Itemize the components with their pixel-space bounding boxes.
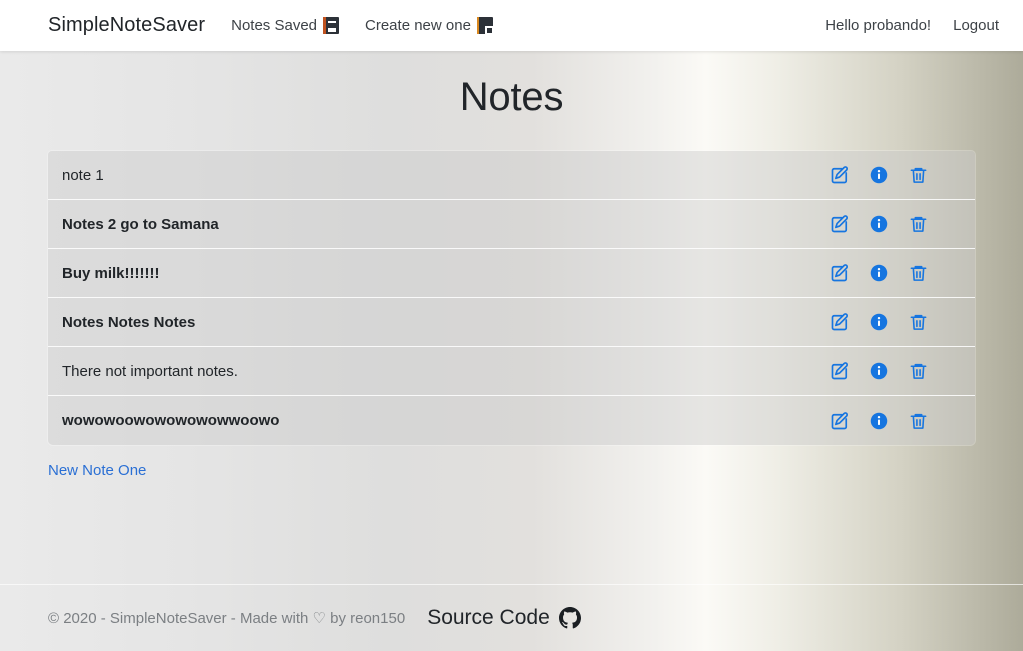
info-icon (870, 412, 888, 430)
info-note-button[interactable] (868, 164, 890, 186)
page-title: Notes (459, 75, 564, 119)
note-row: Notes 2 go to Samana (48, 200, 975, 249)
user-greeting: Hello probando! (825, 17, 932, 34)
new-note-link[interactable]: New Note One (48, 462, 146, 479)
edit-icon (830, 214, 850, 234)
main-content: Notes note 1 Notes 2 go to Samana Buy milk… (0, 51, 1023, 480)
edit-note-button[interactable] (829, 164, 851, 186)
github-icon (558, 607, 581, 629)
edit-icon (830, 361, 850, 381)
edit-icon (830, 312, 850, 332)
trash-note-button[interactable] (907, 262, 929, 284)
trash-icon (909, 165, 928, 185)
note-row: wowowoowowowowowwoowo (48, 396, 975, 445)
edit-note-button[interactable] (829, 360, 851, 382)
edit-note-button[interactable] (829, 410, 851, 432)
note-row: note 1 (48, 151, 975, 200)
edit-icon (830, 411, 850, 431)
nav-link-notes-saved-label: Notes Saved (231, 17, 318, 34)
info-icon (870, 215, 888, 233)
edit-icon (830, 165, 850, 185)
edit-note-button[interactable] (829, 262, 851, 284)
trash-note-button[interactable] (907, 311, 929, 333)
note-row: Notes Notes Notes (48, 298, 975, 347)
info-note-button[interactable] (868, 410, 890, 432)
info-icon (870, 313, 888, 331)
trash-icon (909, 214, 928, 234)
trash-note-button[interactable] (907, 410, 929, 432)
note-row-actions (829, 311, 929, 333)
nav-link-create-new-one[interactable]: Create new one (365, 17, 493, 34)
edit-note-button[interactable] (829, 311, 851, 333)
source-code-link[interactable]: Source Code (427, 606, 581, 630)
nav-link-notes-saved[interactable]: Notes Saved (231, 17, 340, 34)
top-navbar: SimpleNoteSaver Notes Saved Create new o… (0, 0, 1023, 51)
source-code-label: Source Code (427, 606, 550, 629)
trash-note-button[interactable] (907, 213, 929, 235)
edit-icon (830, 263, 850, 283)
note-title: Notes Notes Notes (62, 313, 196, 331)
notes-list: note 1 Notes 2 go to Samana Buy milk!!!!!!… (48, 151, 975, 445)
info-note-button[interactable] (868, 213, 890, 235)
trash-icon (909, 312, 928, 332)
memo-icon (476, 17, 493, 34)
note-row-actions (829, 213, 929, 235)
info-note-button[interactable] (868, 311, 890, 333)
nav-right-group: Hello probando! Logout (825, 17, 999, 34)
note-row: Buy milk!!!!!!! (48, 249, 975, 298)
note-title: wowowoowowowowowwoowo (62, 412, 280, 429)
info-note-button[interactable] (868, 360, 890, 382)
info-icon (870, 166, 888, 184)
info-note-button[interactable] (868, 262, 890, 284)
note-row-actions (829, 164, 929, 186)
trash-note-button[interactable] (907, 360, 929, 382)
note-title: note 1 (62, 166, 104, 184)
info-icon (870, 264, 888, 282)
notebook-icon (323, 17, 340, 34)
trash-icon (909, 361, 928, 381)
note-row-actions (829, 262, 929, 284)
note-row-actions (829, 360, 929, 382)
trash-note-button[interactable] (907, 164, 929, 186)
footer-copyright: © 2020 - SimpleNoteSaver - Made with ♡ b… (48, 610, 406, 627)
nav-links: Notes Saved Create new one (231, 17, 493, 34)
nav-link-create-new-one-label: Create new one (365, 17, 471, 34)
content-container: note 1 Notes 2 go to Samana Buy milk!!!!!!… (0, 151, 1023, 480)
note-row: There not important notes. (48, 347, 975, 396)
brand-logo[interactable]: SimpleNoteSaver (48, 14, 205, 37)
trash-icon (909, 263, 928, 283)
trash-icon (909, 411, 928, 431)
note-title: Buy milk!!!!!!! (62, 264, 160, 282)
logout-button[interactable]: Logout (953, 17, 999, 34)
page-footer: © 2020 - SimpleNoteSaver - Made with ♡ b… (0, 584, 1023, 651)
note-title: There not important notes. (62, 362, 238, 380)
note-title: Notes 2 go to Samana (62, 215, 219, 233)
edit-note-button[interactable] (829, 213, 851, 235)
info-icon (870, 362, 888, 380)
note-row-actions (829, 410, 929, 432)
